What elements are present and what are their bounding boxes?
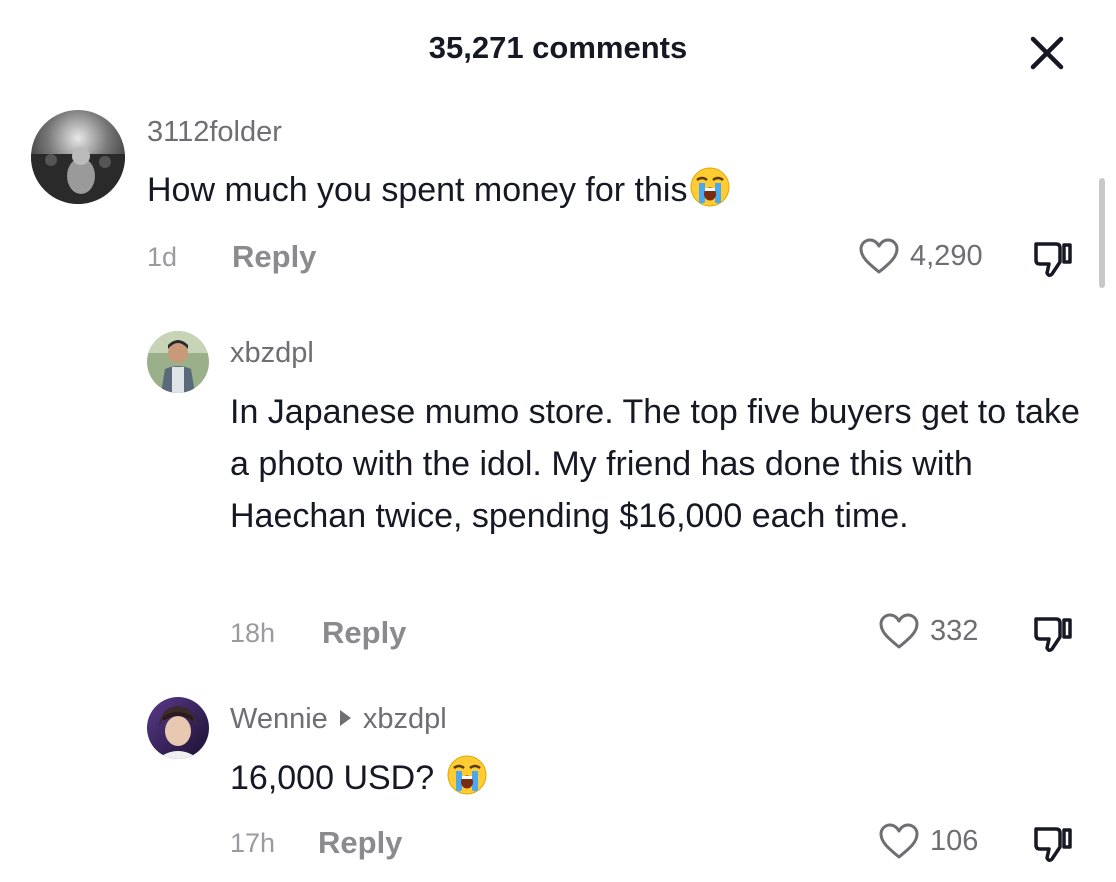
reply-button[interactable]: Reply	[318, 825, 402, 861]
avatar[interactable]	[147, 697, 209, 759]
heart-icon	[879, 823, 919, 859]
loudly-crying-emoji-icon	[689, 166, 731, 223]
thumbs-down-icon	[1034, 827, 1072, 863]
heart-icon	[859, 238, 899, 274]
comment-timestamp: 17h	[230, 828, 276, 858]
avatar-image	[31, 110, 125, 204]
comment-username[interactable]: xbzdpl	[230, 337, 314, 370]
comment-username[interactable]: 3112folder	[147, 116, 282, 149]
like-button[interactable]: 332	[878, 609, 1008, 655]
comment-text: 16,000 USD?	[230, 752, 1090, 811]
reply-button[interactable]: Reply	[322, 615, 406, 651]
comment-text: How much you spent money for this	[147, 164, 1047, 223]
dislike-button[interactable]	[1030, 611, 1076, 657]
close-icon	[1030, 36, 1064, 70]
comment-username-row: Wennie xbzdpl	[230, 703, 447, 736]
reply-button[interactable]: Reply	[232, 239, 316, 275]
close-button[interactable]	[1024, 30, 1070, 76]
comment-timestamp: 18h	[230, 618, 276, 648]
dislike-button[interactable]	[1030, 236, 1076, 282]
like-button[interactable]: 4,290	[858, 234, 1008, 280]
comments-count-title: 35,271 comments	[428, 30, 688, 65]
thumbs-down-icon	[1034, 242, 1072, 278]
reply-to-username[interactable]: xbzdpl	[363, 703, 447, 735]
like-count: 332	[930, 615, 979, 647]
avatar-image	[147, 331, 209, 393]
like-button[interactable]: 106	[878, 819, 1008, 865]
comment-timestamp: 1d	[147, 242, 178, 272]
avatar[interactable]	[31, 110, 125, 204]
comment-text: In Japanese mumo store. The top five buy…	[230, 393, 1080, 535]
like-count: 4,290	[910, 240, 983, 272]
heart-icon	[879, 613, 919, 649]
loudly-crying-emoji-icon	[446, 754, 488, 811]
avatar-image	[147, 697, 209, 759]
like-count: 106	[930, 825, 979, 857]
comment-text-content: How much you spent money for this	[147, 171, 688, 209]
dislike-button[interactable]	[1030, 821, 1076, 867]
avatar[interactable]	[147, 331, 209, 393]
comment-username[interactable]: Wennie	[230, 703, 328, 735]
thumbs-down-icon	[1034, 617, 1072, 653]
comment-text-content: 16,000 USD?	[230, 759, 435, 797]
reply-arrow-icon	[339, 710, 351, 727]
scrollbar[interactable]	[1099, 178, 1105, 288]
